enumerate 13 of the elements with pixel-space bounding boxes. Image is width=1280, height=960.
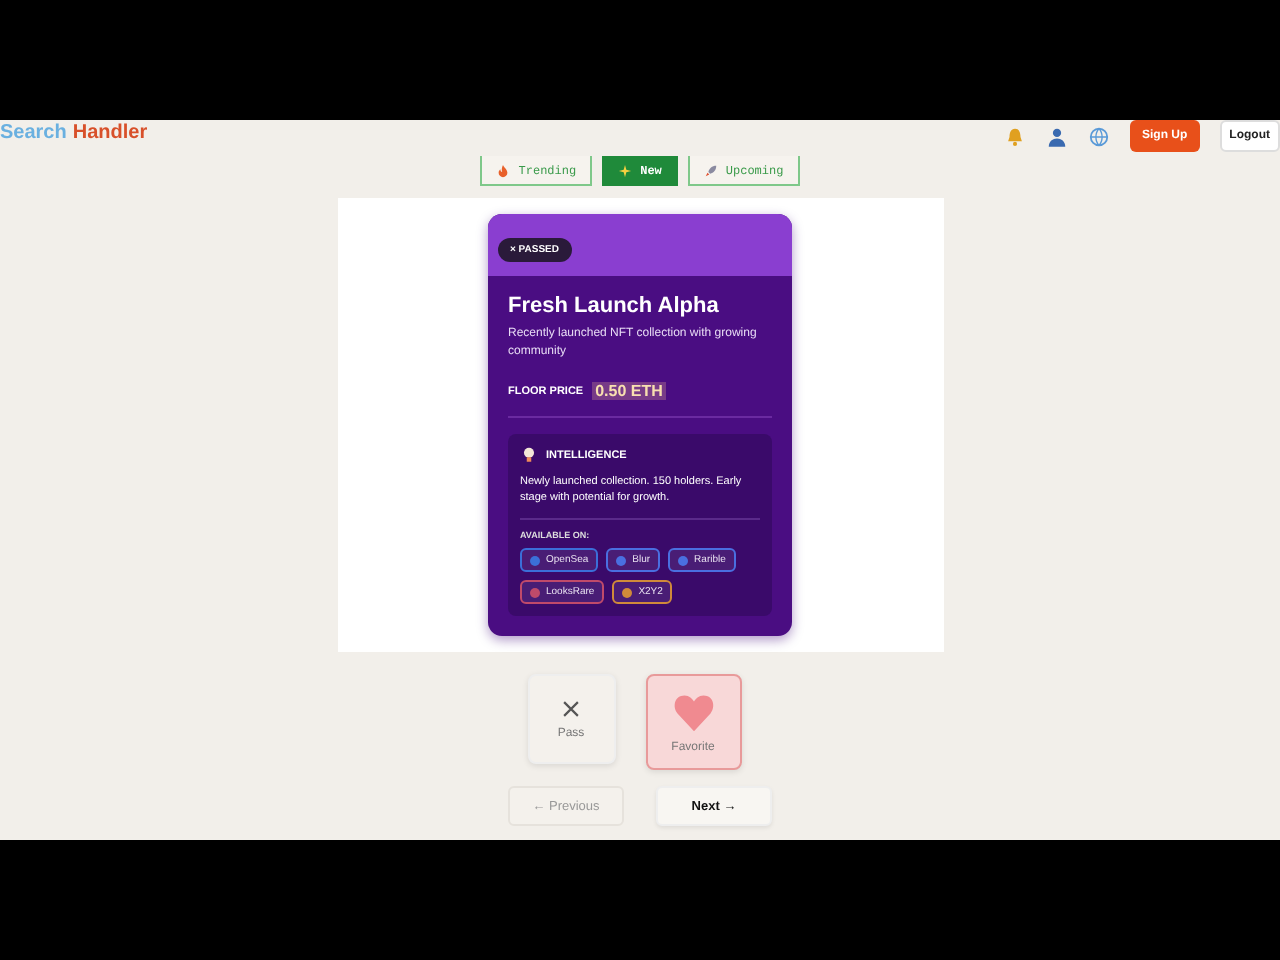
lightbulb-icon: [520, 446, 538, 464]
brand-name: Handler: [72, 121, 148, 143]
bell-icon: [1004, 125, 1026, 147]
heart-icon: [671, 690, 715, 734]
floor-price-value: 0.50 ETH: [591, 382, 667, 400]
card-title: Fresh Launch Alpha: [508, 294, 721, 318]
user-icon: [1046, 125, 1068, 147]
close-icon: [560, 698, 582, 720]
rocket-icon: [703, 163, 718, 177]
sparkle-icon: [618, 163, 633, 177]
brand-name: Search: [0, 121, 67, 143]
fire-icon: [496, 163, 511, 177]
globe-icon: [1088, 125, 1110, 147]
